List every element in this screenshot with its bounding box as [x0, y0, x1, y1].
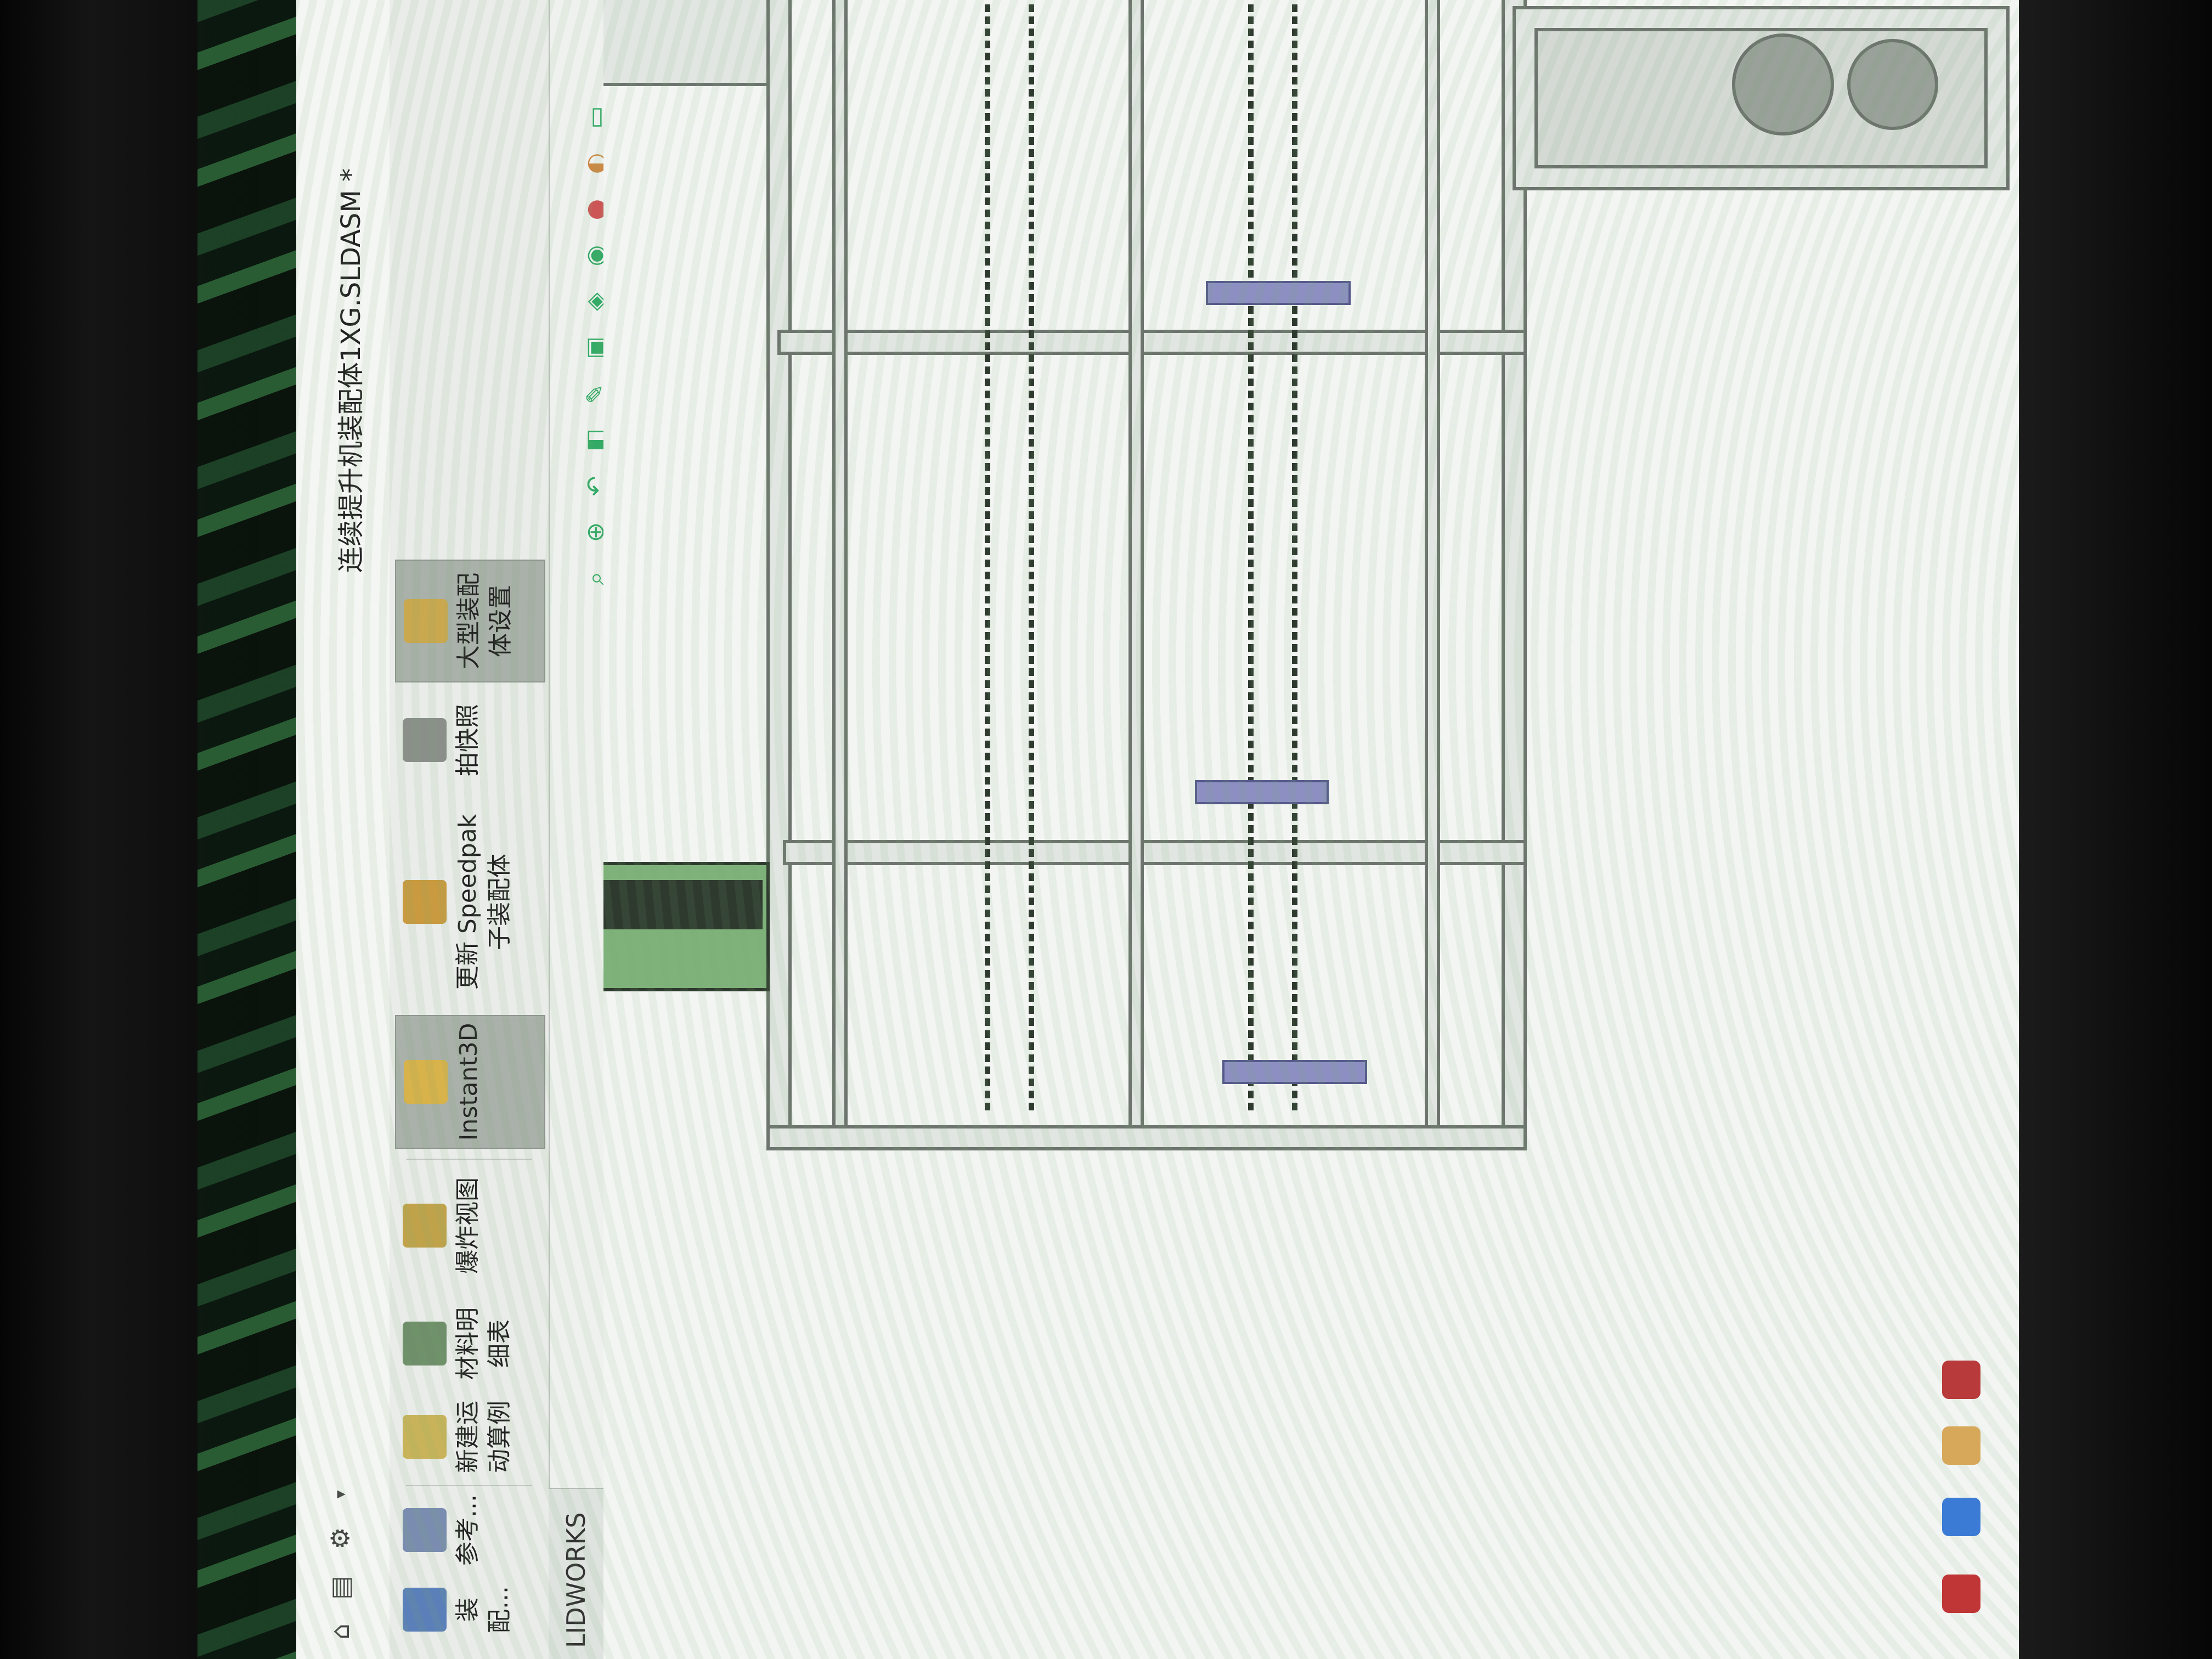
- exploded-view-icon: [403, 1204, 447, 1248]
- gear-icon[interactable]: ⚙: [324, 1522, 357, 1555]
- frame-rail-inner: [1425, 0, 1440, 1128]
- motor-frame: [481, 0, 770, 86]
- snapshot-icon: [403, 718, 447, 762]
- ribbon-separator: [406, 1159, 532, 1160]
- new-motion-study-button[interactable]: 新建运 动算例: [395, 1396, 543, 1478]
- lift-belt-inner: [422, 880, 763, 929]
- guard-plate: [1222, 1060, 1367, 1084]
- taskbar: [1942, 1361, 1986, 1657]
- motor-end: [481, 0, 770, 86]
- frame-rail-top: [766, 0, 792, 1150]
- app-icon[interactable]: [1942, 1498, 1980, 1536]
- guard-plate: [1195, 780, 1329, 804]
- conveyor-frame: [766, 0, 1527, 1150]
- reference-button[interactable]: 参考...: [395, 1494, 543, 1566]
- ribbon-separator: [406, 1485, 532, 1486]
- speedpak-icon: [403, 880, 447, 924]
- update-speedpak-button[interactable]: 更新 Speedpak 子装配体: [395, 803, 543, 1001]
- graphics-area[interactable]: [410, 0, 2019, 1659]
- wps-icon[interactable]: [1942, 1575, 1980, 1613]
- frame-rail-inner: [832, 0, 848, 1128]
- app-icon[interactable]: [1942, 1426, 1980, 1465]
- command-manager-ribbon: 装配... 参考... 新建运 动算例 材料明 细表 爆炸视图 Instant3…: [390, 0, 550, 1659]
- bom-icon: [403, 1322, 447, 1365]
- sprocket: [1847, 39, 1938, 130]
- reference-icon: [403, 1508, 447, 1552]
- instant3d-icon: [404, 1060, 448, 1104]
- snapshot-button[interactable]: 拍快照: [395, 693, 543, 787]
- monitor-bezel-right: [2019, 0, 2212, 1659]
- solidworks-window: ⌂ ▤ ⚙ ▾ 连续提升机装配体1XG.SLDASM * 装配... 参考...…: [296, 0, 2019, 1659]
- app-icon[interactable]: [1942, 1361, 1980, 1399]
- window-title: 连续提升机装配体1XG.SLDASM *: [336, 168, 366, 573]
- assembly-model[interactable]: [410, 0, 2019, 1659]
- dropdown-arrow-icon[interactable]: ▾: [324, 1478, 357, 1511]
- frame-post: [783, 840, 1527, 865]
- vertical-lift-section: [410, 862, 770, 991]
- frame-post: [766, 1125, 1527, 1150]
- guard-plate: [1206, 281, 1351, 305]
- frame-post: [777, 330, 1527, 355]
- home-icon[interactable]: ⌂: [324, 1615, 357, 1648]
- bom-button[interactable]: 材料明 细表: [395, 1302, 543, 1385]
- title-bar: ⌂ ▤ ⚙ ▾ 连续提升机装配体1XG.SLDASM *: [296, 0, 391, 1659]
- document-icon[interactable]: ▤: [324, 1571, 357, 1604]
- large-assembly-icon: [404, 599, 448, 643]
- drive-section: [1513, 6, 2010, 190]
- exploded-view-button[interactable]: 爆炸视图: [395, 1171, 543, 1280]
- guard-plates: [1195, 281, 1367, 1084]
- tab-solidworks-cam[interactable]: LIDWORKS CAM: [549, 1488, 646, 1659]
- motion-study-icon: [403, 1415, 447, 1459]
- large-assembly-settings-button[interactable]: 大型装配 体设置: [395, 560, 545, 682]
- assembly-icon: [403, 1588, 447, 1632]
- sprocket: [1732, 33, 1834, 136]
- instant3d-button[interactable]: Instant3D: [395, 1015, 545, 1149]
- assembly-button[interactable]: 装配...: [395, 1577, 543, 1643]
- background-plant: [198, 0, 307, 1659]
- frame-rail-mid: [1128, 0, 1144, 1128]
